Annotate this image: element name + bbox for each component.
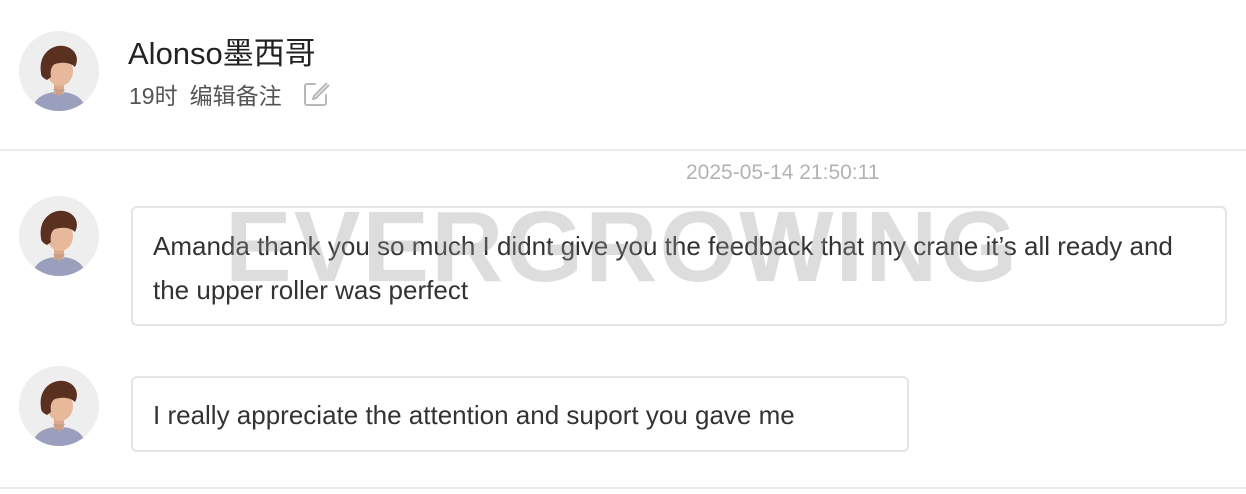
person-avatar-icon: [19, 366, 99, 446]
contact-local-time: 19时: [129, 83, 178, 109]
person-avatar-icon: [19, 196, 99, 276]
sender-avatar[interactable]: [19, 366, 99, 446]
message-timestamp: 2025-05-14 21:50:11: [686, 161, 880, 184]
contact-name: Alonso墨西哥: [128, 36, 316, 71]
message-bubble[interactable]: I really appreciate the attention and su…: [131, 376, 909, 452]
message-bubble[interactable]: Amanda thank you so much I didnt give yo…: [131, 206, 1227, 326]
chat-page: Alonso墨西哥 19时 编辑备注 2025-05-14 21:50:11 A…: [0, 0, 1246, 494]
contact-header: Alonso墨西哥 19时 编辑备注: [0, 0, 1246, 151]
sender-avatar[interactable]: [19, 196, 99, 276]
contact-meta: 19时 编辑备注: [129, 79, 330, 109]
edit-remark-link[interactable]: 编辑备注: [190, 77, 282, 111]
divider: [0, 487, 1246, 489]
edit-note-icon[interactable]: [302, 80, 330, 108]
contact-avatar[interactable]: [19, 31, 99, 111]
person-avatar-icon: [19, 31, 99, 111]
